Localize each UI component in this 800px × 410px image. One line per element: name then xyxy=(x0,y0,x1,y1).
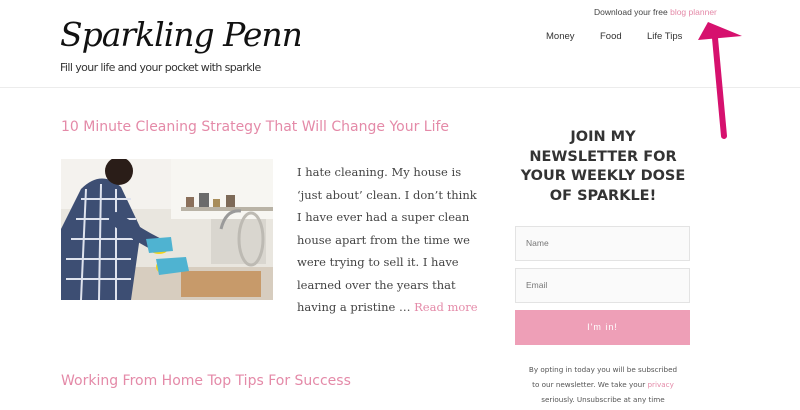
optin-line: to our newsletter. We take your privacy xyxy=(506,377,700,392)
post-excerpt-cleaning: I hate cleaning. My house is ‘just about… xyxy=(297,161,493,319)
excerpt-line: I have ever had a super clean xyxy=(297,210,470,224)
excerpt-line-last: having a pristine … Read more xyxy=(297,296,493,319)
arrow-up-icon xyxy=(690,18,750,140)
excerpt-line: were trying to sell it. I have xyxy=(297,255,459,269)
download-banner: Download your free blog planner xyxy=(594,7,717,17)
nav-item-life-tips[interactable]: Life Tips xyxy=(647,31,682,42)
name-field[interactable]: Name xyxy=(515,226,690,261)
subscribe-button[interactable]: I'm in! xyxy=(515,310,690,345)
optin-line: By opting in today you will be subscribe… xyxy=(528,365,678,374)
excerpt-line: learned over the years that xyxy=(297,277,456,292)
site-header: Sparkling Penny Fill your life and your … xyxy=(0,0,800,88)
read-more-link[interactable]: Read more xyxy=(414,300,477,314)
newsletter-heading-line: OF SPARKLE! xyxy=(549,187,657,204)
cleaning-photo xyxy=(61,159,273,300)
newsletter-heading-line: YOUR WEEKLY DOSE xyxy=(520,168,686,184)
site-tagline: Fill your life and your pocket with spar… xyxy=(60,61,261,74)
main-nav: Money Food Life Tips xyxy=(0,31,800,45)
email-field[interactable]: Email xyxy=(515,268,690,303)
excerpt-line: house apart from the time we xyxy=(297,232,470,247)
nav-item-food[interactable]: Food xyxy=(600,31,622,42)
nav-item-money[interactable]: Money xyxy=(546,31,575,42)
post-title-working-from-home[interactable]: Working From Home Top Tips For Success xyxy=(61,373,351,389)
blog-planner-link[interactable]: blog planner xyxy=(670,7,717,17)
excerpt-tail: having a pristine … xyxy=(297,300,411,314)
optin-line: seriously. Unsubscribe at any time xyxy=(541,395,665,404)
download-prefix: Download your free xyxy=(594,7,668,17)
excerpt-line: I hate cleaning. My house is xyxy=(297,165,462,179)
excerpt-line: ‘just about’ clean. I don’t think xyxy=(297,187,477,202)
optin-line-prefix: to our newsletter. We take your xyxy=(532,380,646,389)
newsletter-heading-line: JOIN MY xyxy=(570,129,636,145)
post-title-cleaning[interactable]: 10 Minute Cleaning Strategy That Will Ch… xyxy=(61,119,449,135)
privacy-link[interactable]: privacy xyxy=(647,380,673,389)
newsletter-heading-line: NEWSLETTER FOR xyxy=(529,148,677,165)
newsletter-heading: JOIN MY NEWSLETTER FOR YOUR WEEKLY DOSE … xyxy=(506,128,700,206)
post-thumbnail-cleaning[interactable] xyxy=(61,159,273,300)
optin-text: By opting in today you will be subscribe… xyxy=(506,362,700,407)
